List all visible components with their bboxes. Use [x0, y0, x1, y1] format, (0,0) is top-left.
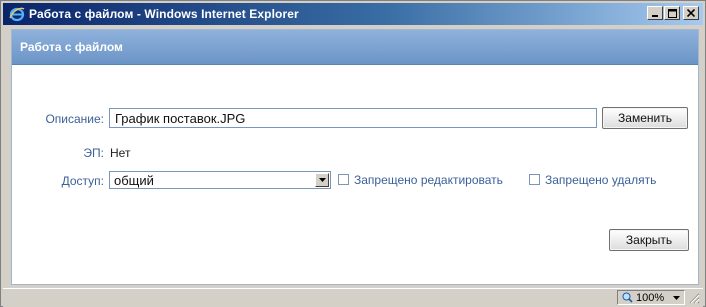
- maximize-icon: [667, 8, 677, 18]
- window-controls: [646, 6, 699, 20]
- panel-title: Работа с файлом: [20, 40, 123, 54]
- close-window-button[interactable]: [683, 6, 699, 20]
- zoom-icon: [622, 292, 633, 303]
- internet-explorer-icon: [9, 6, 25, 22]
- status-bar: 100%: [3, 288, 703, 307]
- minimize-icon: [652, 15, 658, 17]
- no-edit-label[interactable]: Запрещено редактировать: [354, 173, 503, 187]
- close-icon: [687, 9, 695, 17]
- ep-label: ЭП:: [83, 146, 104, 160]
- zoom-control[interactable]: 100%: [617, 290, 686, 305]
- description-input[interactable]: График поставок.JPG: [109, 108, 597, 128]
- no-delete-label[interactable]: Запрещено удалять: [545, 173, 656, 187]
- no-edit-checkbox[interactable]: [338, 174, 349, 185]
- close-button[interactable]: Закрыть: [609, 229, 689, 251]
- chevron-down-icon: [673, 295, 681, 300]
- resize-grip-icon[interactable]: [688, 292, 700, 304]
- minimize-button[interactable]: [647, 6, 663, 20]
- ep-value: Нет: [110, 146, 131, 160]
- zoom-value: 100%: [636, 291, 665, 304]
- panel-header: Работа с файлом: [12, 30, 698, 65]
- browser-window: Работа с файлом - Windows Internet Explo…: [0, 0, 706, 307]
- window-title: Работа с файлом - Windows Internet Explo…: [29, 7, 299, 21]
- access-selected-value: общий: [114, 172, 154, 188]
- no-delete-checkbox[interactable]: [529, 174, 540, 185]
- maximize-button[interactable]: [664, 6, 680, 20]
- description-label: Описание:: [45, 112, 104, 126]
- access-label: Доступ:: [61, 174, 104, 188]
- dropdown-arrow-icon[interactable]: [315, 173, 329, 187]
- replace-button[interactable]: Заменить: [602, 107, 688, 129]
- title-bar[interactable]: Работа с файлом - Windows Internet Explo…: [3, 3, 703, 25]
- access-select[interactable]: общий: [109, 171, 331, 189]
- page-content: Работа с файлом Описание: График поставо…: [11, 29, 699, 285]
